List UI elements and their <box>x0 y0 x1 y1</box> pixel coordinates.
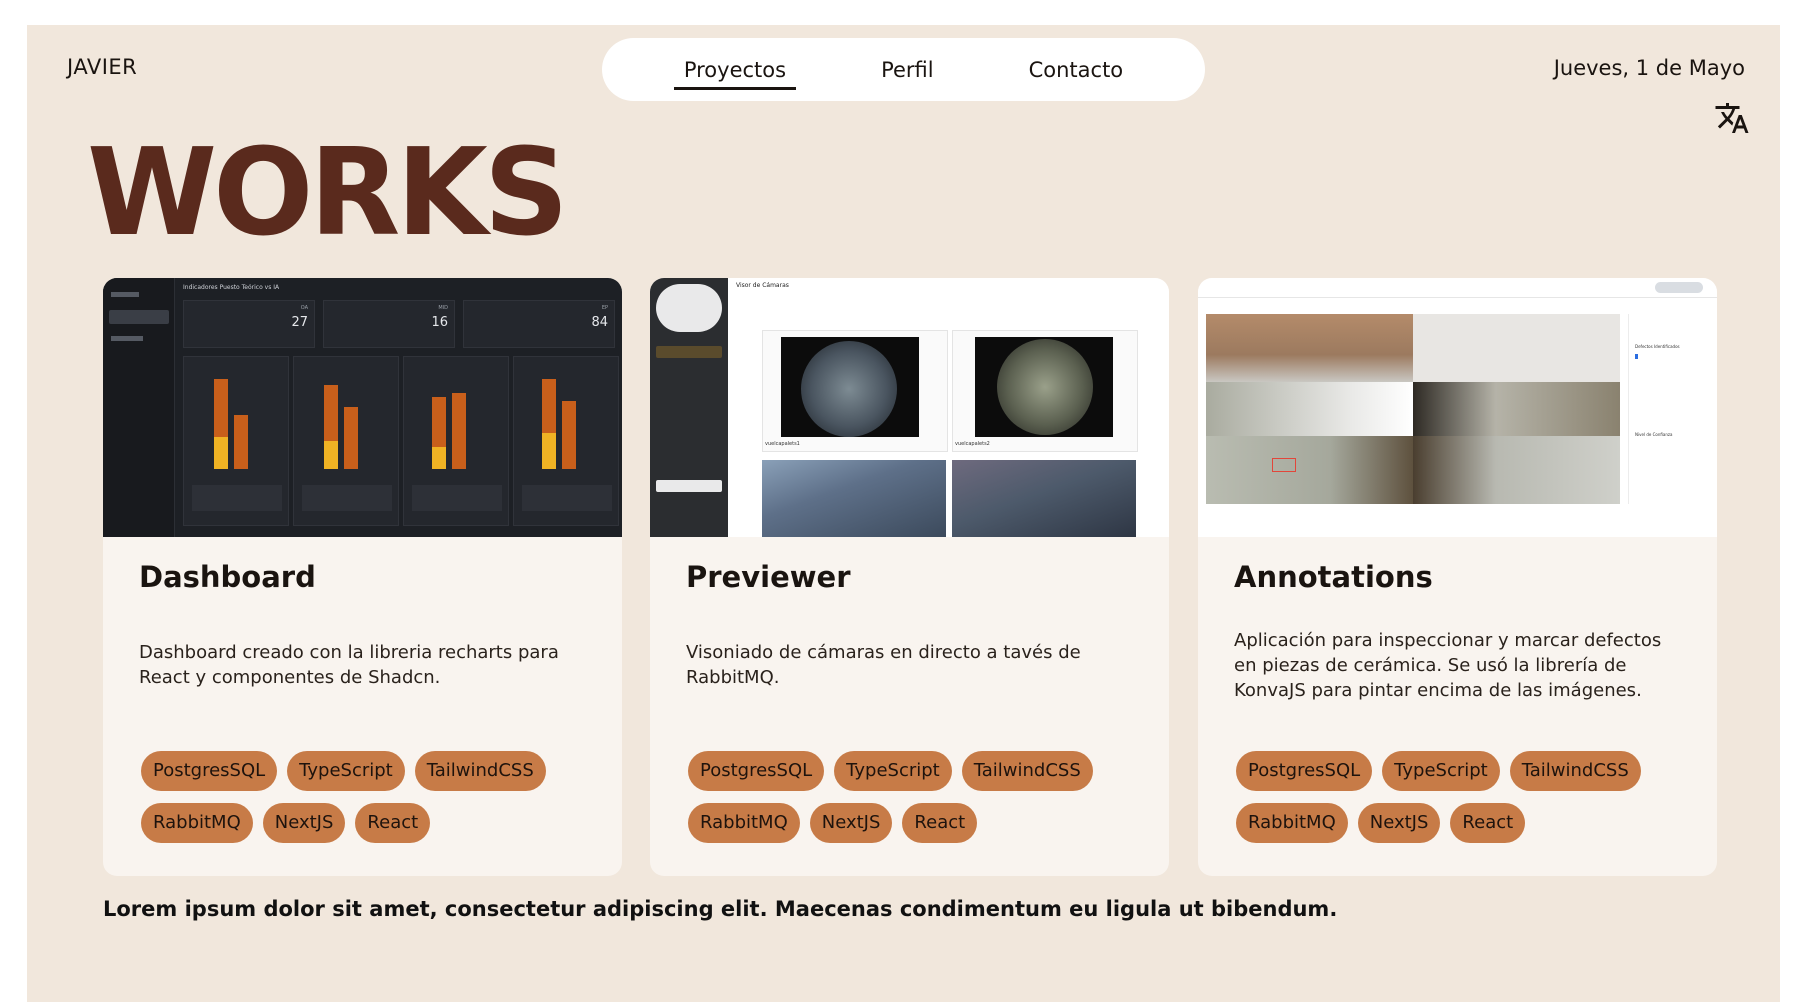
tag-react[interactable]: React <box>355 803 431 843</box>
dashboard-kpi: EP 84 <box>463 300 615 348</box>
camera-label: vuelcapalets2 <box>955 441 990 447</box>
tag-postgressql[interactable]: PostgresSQL <box>141 751 278 791</box>
annotations-thumb-sidepanel: Defectos Identificados Nivel de Confianz… <box>1628 314 1710 504</box>
annotations-thumb-toolbar <box>1198 278 1717 298</box>
nav-item-proyectos[interactable]: Proyectos <box>673 54 797 90</box>
tag-react[interactable]: React <box>902 803 978 843</box>
previewer-thumb-sidebar <box>650 278 728 537</box>
tag-tailwindcss[interactable]: TailwindCSS <box>1509 751 1641 791</box>
previewer-screenshot: Visor de Cámaras vuelcapalets1 vuelcapal… <box>650 278 1169 537</box>
kpi-label: OA <box>300 305 308 311</box>
ceramic-tile-image <box>1413 436 1620 504</box>
previewer-thumb-header: Visor de Cámaras <box>736 282 789 289</box>
tag-typescript[interactable]: TypeScript <box>834 751 952 791</box>
camera-tile: vuelcapalets1 <box>762 330 948 452</box>
page-frame: JAVIER Proyectos Perfil Contacto Jueves,… <box>27 25 1780 1002</box>
camera-feed-warehouse <box>762 460 946 537</box>
dashboard-thumb-sidebar <box>103 278 175 537</box>
current-date: Jueves, 1 de Mayo <box>1553 56 1745 80</box>
ceramic-tile-image <box>1413 382 1620 436</box>
tag-tailwindcss[interactable]: TailwindCSS <box>414 751 546 791</box>
tag-typescript[interactable]: TypeScript <box>287 751 405 791</box>
card-title: Annotations <box>1234 560 1433 594</box>
tag-postgressql[interactable]: PostgresSQL <box>1236 751 1373 791</box>
ceramic-tile-image <box>1206 436 1413 504</box>
kpi-value: 84 <box>591 315 608 330</box>
card-title: Previewer <box>686 560 851 594</box>
card-description: Dashboard creado con la libreria rechart… <box>139 642 559 688</box>
translate-icon[interactable] <box>1714 100 1750 136</box>
ceramic-tile-image <box>1413 314 1620 382</box>
kpi-label: MID <box>438 305 448 311</box>
camera-feed-factory <box>952 460 1136 537</box>
dashboard-kpi: MID 16 <box>323 300 455 348</box>
nav-item-contacto[interactable]: Contacto <box>1019 54 1134 86</box>
tag-rabbitmq[interactable]: RabbitMQ <box>688 803 800 843</box>
tag-rabbitmq[interactable]: RabbitMQ <box>1236 803 1348 843</box>
camera-tile: vuelcapalets2 <box>952 330 1138 452</box>
sidepanel-label: Defectos Identificados <box>1635 344 1680 349</box>
kpi-label: EP <box>601 305 608 311</box>
dashboard-kpi: OA 27 <box>183 300 315 348</box>
dashboard-screenshot: Indicadores Puesto Teórico vs IA OA 27 M… <box>103 278 622 537</box>
dashboard-thumb-header: Indicadores Puesto Teórico vs IA <box>183 284 280 291</box>
project-card-annotations[interactable]: Defectos Identificados Nivel de Confianz… <box>1198 278 1717 876</box>
tag-rabbitmq[interactable]: RabbitMQ <box>141 803 253 843</box>
tag-nextjs[interactable]: NextJS <box>262 803 346 843</box>
brand-name[interactable]: JAVIER <box>67 55 137 79</box>
camera-label: vuelcapalets1 <box>765 441 800 447</box>
project-card-dashboard[interactable]: Indicadores Puesto Teórico vs IA OA 27 M… <box>103 278 622 876</box>
dashboard-chart-panel <box>293 356 399 526</box>
dashboard-chart-panel <box>403 356 509 526</box>
kpi-value: 16 <box>431 315 448 330</box>
tech-tags: PostgresSQL TypeScript TailwindCSS Rabbi… <box>1236 751 1686 843</box>
ceramic-tile-image <box>1206 382 1413 436</box>
annotations-screenshot: Defectos Identificados Nivel de Confianz… <box>1198 278 1717 537</box>
footer-text: Lorem ipsum dolor sit amet, consectetur … <box>103 897 1338 921</box>
tech-tags: PostgresSQL TypeScript TailwindCSS Rabbi… <box>141 751 591 843</box>
main-nav: Proyectos Perfil Contacto <box>602 38 1205 101</box>
tag-typescript[interactable]: TypeScript <box>1382 751 1500 791</box>
card-title: Dashboard <box>139 560 316 594</box>
tag-react[interactable]: React <box>1450 803 1526 843</box>
kpi-value: 27 <box>291 315 308 330</box>
sidepanel-label: Nivel de Confianza <box>1635 432 1673 437</box>
dashboard-chart-panel <box>183 356 289 526</box>
tag-tailwindcss[interactable]: TailwindCSS <box>961 751 1093 791</box>
nav-item-perfil[interactable]: Perfil <box>871 54 944 86</box>
tag-postgressql[interactable]: PostgresSQL <box>688 751 825 791</box>
ceramic-tile-image <box>1206 314 1413 382</box>
card-description: Aplicación para inspeccionar y marcar de… <box>1234 630 1662 701</box>
tech-tags: PostgresSQL TypeScript TailwindCSS Rabbi… <box>688 751 1138 843</box>
dashboard-chart-panel <box>513 356 619 526</box>
page-title: WORKS <box>87 121 569 263</box>
project-card-previewer[interactable]: Visor de Cámaras vuelcapalets1 vuelcapal… <box>650 278 1169 876</box>
tag-nextjs[interactable]: NextJS <box>1357 803 1441 843</box>
tag-nextjs[interactable]: NextJS <box>809 803 893 843</box>
card-description: Visoniado de cámaras en directo a tavés … <box>686 642 1081 688</box>
